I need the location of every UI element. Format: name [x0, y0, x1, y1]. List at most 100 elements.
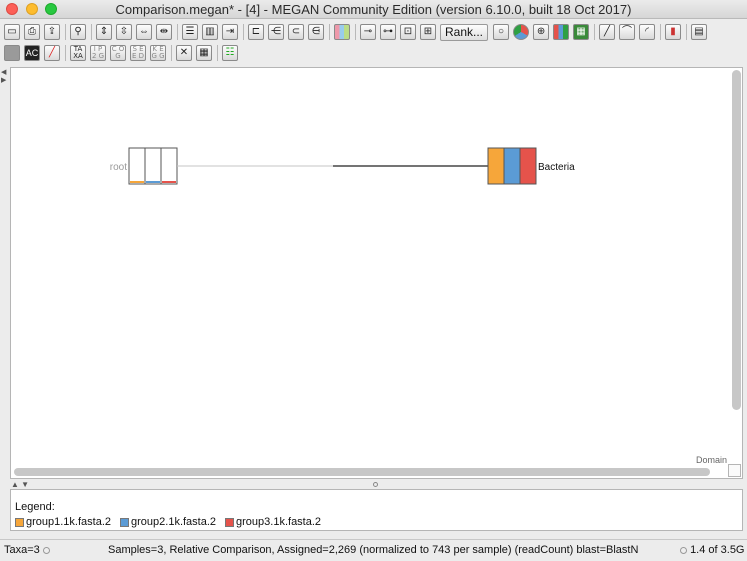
main-toolbar: ▭ ⎙ ⇪ ⚲ ⇕ ⇳ ⇔ ⇹ ☰ ▥ ⇥ ⊏ ⋲ ⊂ ⋳ ⊸ ⊶ ⊡ ⊞ Ra…	[0, 22, 747, 42]
toolbar-separator	[171, 45, 172, 61]
tree-circular-icon[interactable]: ⋳	[308, 24, 324, 40]
status-summary: Samples=3, Relative Comparison, Assigned…	[108, 544, 639, 556]
toolbar-separator	[177, 24, 178, 40]
status-bar: Taxa=3 Samples=3, Relative Comparison, A…	[0, 539, 747, 561]
legend-toggle-icon[interactable]: ☷	[222, 45, 238, 61]
scroll-corner	[728, 464, 741, 477]
bacteria-bar-group3	[519, 147, 537, 185]
network-icon[interactable]: ✕	[176, 45, 192, 61]
toolbar-separator	[686, 24, 688, 40]
contract-vertical-icon[interactable]: ⇳	[116, 24, 132, 40]
legend-item: group2.1k.fasta.2	[120, 516, 216, 528]
label-font-icon[interactable]: AC	[24, 45, 40, 61]
gray-fill-icon[interactable]	[4, 45, 20, 61]
root-bar-group2	[144, 147, 162, 185]
sqrt-scale-icon[interactable]: ⌒	[619, 24, 636, 40]
bacteria-node-label[interactable]: Bacteria	[538, 162, 575, 173]
status-taxa-text: Taxa=3	[4, 544, 40, 556]
horizontal-scrollbar[interactable]	[14, 468, 710, 476]
fit-rows-icon[interactable]: ☰	[182, 24, 198, 40]
color-line-icon[interactable]: ╱	[44, 45, 60, 61]
legend-panel: Legend: group1.1k.fasta.2 group2.1k.fast…	[10, 489, 743, 531]
fit-columns-icon[interactable]: ▥	[202, 24, 218, 40]
toolbar-separator	[594, 24, 596, 40]
right-arrow-icon[interactable]: ▶	[1, 76, 6, 84]
root-fill-group3	[162, 181, 176, 183]
interpro-viewer-icon[interactable]: I P 2 G	[90, 45, 106, 61]
expand-horizontal-icon[interactable]: ⇔	[136, 24, 152, 40]
left-arrow-icon[interactable]: ◀	[1, 68, 6, 76]
toolbar-separator	[65, 45, 66, 61]
legend-title: Legend:	[15, 501, 55, 513]
legend-swatch-group1	[15, 517, 24, 527]
contract-horizontal-icon[interactable]: ⇹	[156, 24, 172, 40]
legend-label: group1.1k.fasta.2	[26, 516, 112, 528]
toolbar-separator	[660, 24, 662, 40]
splitter-arrows-icon[interactable]: ▲ ▼	[11, 480, 29, 489]
coxcomb-node-icon[interactable]: ⊕	[533, 24, 550, 40]
toolbar-separator	[243, 24, 244, 40]
pie-chart-node-icon[interactable]	[513, 24, 530, 40]
table-icon[interactable]: ▤	[691, 24, 708, 40]
root-fill-group2	[146, 181, 160, 183]
tree-radial-icon[interactable]: ⊂	[288, 24, 304, 40]
window-title: Comparison.megan* - [4] - MEGAN Communit…	[115, 2, 632, 17]
bacteria-bar-group2	[503, 147, 521, 185]
legend-item: group3.1k.fasta.2	[225, 516, 321, 528]
heatmap-icon[interactable]	[334, 24, 350, 40]
title-bar: Comparison.megan* - [4] - MEGAN Communit…	[0, 0, 747, 19]
legend-item: group1.1k.fasta.2	[15, 516, 111, 528]
bar-chart-icon[interactable]: ▮	[665, 24, 682, 40]
status-memory-text: 1.4 of 3.5G	[690, 544, 745, 556]
legend-swatch-group2	[120, 517, 130, 527]
bar-node-icon[interactable]	[553, 24, 570, 40]
uncollapse-subtree-icon[interactable]: ⊞	[420, 24, 436, 40]
root-node-label[interactable]: root	[110, 162, 127, 173]
secondary-toolbar: AC ╱ TA XA I P 2 G C O G S E E D K E G G…	[0, 43, 260, 63]
legend-label: group2.1k.fasta.2	[131, 516, 217, 528]
toolbar-separator	[91, 24, 92, 40]
linear-scale-icon[interactable]: ╱	[599, 24, 616, 40]
bacteria-bar-group1	[487, 147, 505, 185]
find-binoculars-icon[interactable]: ⚲	[70, 24, 86, 40]
memory-indicator-icon	[680, 546, 687, 554]
open-file-icon[interactable]: ▭	[4, 24, 20, 40]
legend-swatch-group3	[225, 517, 235, 527]
taxonomy-tree: root Bacteria	[110, 147, 575, 185]
status-indicator-icon	[42, 546, 50, 554]
root-bar-group3	[160, 147, 178, 185]
legend-label: group3.1k.fasta.2	[236, 516, 322, 528]
seed-viewer-icon[interactable]: S E E D	[130, 45, 146, 61]
toolbar-separator	[355, 24, 356, 40]
rank-footer-label: Domain	[695, 455, 727, 465]
status-taxa: Taxa=3	[4, 544, 50, 556]
kegg-viewer-icon[interactable]: K E G G	[150, 45, 166, 61]
splitter-handle-icon[interactable]	[373, 482, 378, 487]
uncollapse-node-icon[interactable]: ⊶	[380, 24, 396, 40]
root-node[interactable]	[128, 147, 178, 185]
circle-node-icon[interactable]: ○	[493, 24, 510, 40]
status-memory: 1.4 of 3.5G	[680, 544, 745, 556]
expand-vertical-icon[interactable]: ⇕	[96, 24, 112, 40]
collapse-node-icon[interactable]: ⊸	[360, 24, 376, 40]
collapse-subtree-icon[interactable]: ⊡	[400, 24, 416, 40]
heatmap-node-icon[interactable]: ▦	[573, 24, 590, 40]
print-icon[interactable]: ⎙	[24, 24, 40, 40]
left-gutter: ◀ ▶	[0, 67, 10, 479]
tree-rectangular-icon[interactable]: ⊏	[248, 24, 264, 40]
grid-table-icon[interactable]: ▦	[196, 45, 212, 61]
rank-menu-button[interactable]: Rank...	[440, 23, 489, 41]
root-bar-group1	[128, 147, 146, 185]
toolbar-separator	[329, 24, 330, 40]
vertical-scrollbar[interactable]	[732, 70, 741, 410]
tree-slanted-icon[interactable]: ⋲	[268, 24, 284, 40]
toolbar-separator	[217, 45, 218, 61]
export-icon[interactable]: ⇪	[44, 24, 60, 40]
legend-items: group1.1k.fasta.2 group2.1k.fasta.2 grou…	[15, 516, 330, 528]
zoom-to-fit-icon[interactable]: ⇥	[222, 24, 238, 40]
log-scale-icon[interactable]: ◜	[639, 24, 656, 40]
root-fill-group1	[130, 181, 144, 183]
bacteria-node[interactable]	[487, 147, 537, 185]
taxonomy-viewer-icon[interactable]: TA XA	[70, 45, 86, 61]
cog-viewer-icon[interactable]: C O G	[110, 45, 126, 61]
